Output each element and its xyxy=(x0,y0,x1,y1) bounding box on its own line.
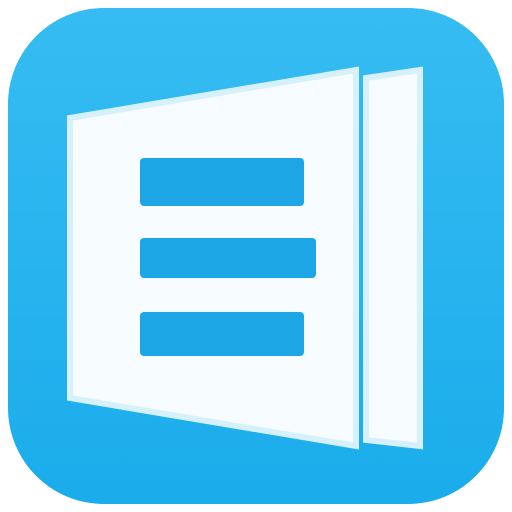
text-line-2 xyxy=(140,238,316,278)
text-lines xyxy=(140,158,316,356)
text-line-3 xyxy=(140,312,304,356)
text-line-1 xyxy=(140,158,304,206)
page-spine xyxy=(363,66,423,450)
document-icon xyxy=(8,8,504,504)
app-icon xyxy=(0,0,512,512)
